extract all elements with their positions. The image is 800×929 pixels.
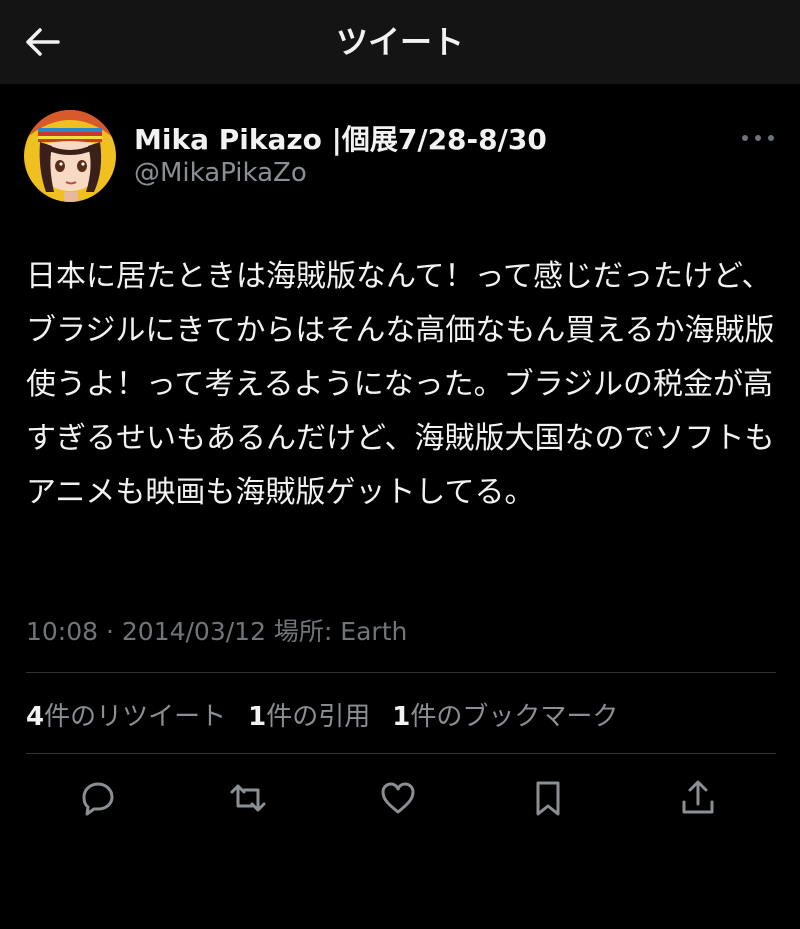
quotes-stat[interactable]: 1件の引用 [248, 696, 370, 733]
tweet-text: 日本に居たときは海賊版なんて！って感じだったけど、ブラジルにきてからはそんな高価… [26, 259, 775, 510]
tweet-timestamp[interactable]: 10:08 · 2014/03/12 場所: Earth [26, 612, 407, 648]
divider [26, 672, 776, 673]
bookmarks-count: 1 [392, 702, 411, 732]
reply-button[interactable] [74, 774, 122, 822]
retweets-count: 4 [26, 702, 45, 732]
top-bar: ツイート [0, 0, 800, 84]
share-icon [682, 780, 714, 814]
more-dots-icon [742, 135, 774, 141]
retweets-stat[interactable]: 4件のリツイート [26, 696, 226, 733]
quotes-count: 1 [248, 702, 267, 732]
retweet-icon [230, 784, 266, 812]
share-button[interactable] [674, 774, 722, 822]
avatar-illustration [24, 110, 116, 202]
avatar[interactable] [24, 110, 116, 202]
like-icon [381, 782, 415, 814]
action-bar [0, 774, 800, 824]
bookmark-button[interactable] [524, 774, 572, 822]
more-button[interactable] [736, 128, 780, 148]
divider [26, 753, 776, 754]
bookmark-icon [536, 781, 560, 816]
page-title: ツイート [335, 23, 464, 61]
tweet-detail: Mika Pikazo |個展7/28-8/30 @MikaPikaZo 日本に… [0, 84, 800, 929]
tweet-stats: 4件のリツイート 1件の引用 1件のブックマーク [26, 696, 618, 733]
author-handle[interactable]: @MikaPikaZo [134, 158, 307, 188]
reply-icon [82, 782, 114, 816]
author-name[interactable]: Mika Pikazo |個展7/28-8/30 [134, 118, 547, 158]
retweets-label: 件のリツイート [44, 702, 227, 732]
bookmarks-stat[interactable]: 1件のブックマーク [392, 696, 618, 733]
retweet-button[interactable] [224, 774, 272, 822]
bookmarks-label: 件のブックマーク [410, 702, 619, 732]
like-button[interactable] [374, 774, 422, 822]
quotes-label: 件の引用 [266, 702, 371, 732]
